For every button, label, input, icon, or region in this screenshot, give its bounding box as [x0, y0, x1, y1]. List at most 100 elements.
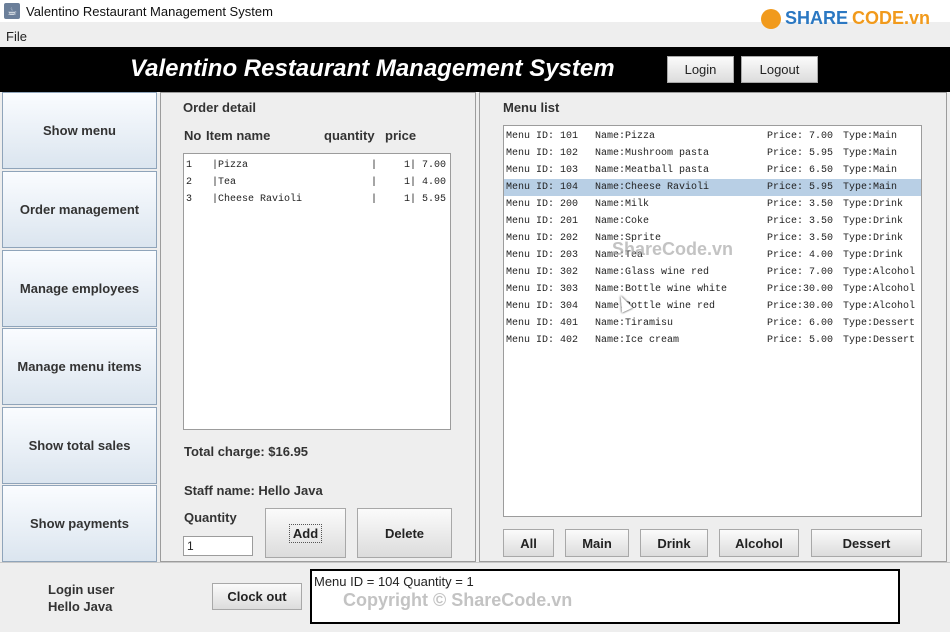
- sidebar-show-payments-button[interactable]: Show payments: [2, 485, 157, 562]
- order-row-sep: |: [371, 160, 378, 171]
- menu-list-row[interactable]: Menu ID: 203 Name:Tea Price: 4.00 Type:Drin…: [504, 247, 921, 264]
- menu-list-row[interactable]: Menu ID: 303 Name:Bottle wine white Price:…: [504, 281, 921, 298]
- filter-dessert-button[interactable]: Dessert: [811, 529, 922, 557]
- menu-row-id: Menu ID: 102: [506, 148, 579, 159]
- menu-list-row[interactable]: Menu ID: 102 Name:Mushroom pasta Price: 5.…: [504, 145, 921, 162]
- menu-file[interactable]: File: [6, 29, 27, 44]
- menu-row-id: Menu ID: 303: [506, 284, 579, 295]
- status-message: Menu ID = 104 Quantity = 1: [314, 574, 474, 589]
- menu-row-type: Type:Alcohol: [843, 267, 916, 278]
- menu-row-price: Price: 7.00: [767, 131, 834, 142]
- filter-drink-button[interactable]: Drink: [640, 529, 708, 557]
- order-row[interactable]: 3 |Cheese Ravioli | 1| 5.95: [184, 191, 450, 208]
- sidebar-show-menu-button[interactable]: Show menu: [2, 92, 157, 169]
- order-row-price: 5.95: [422, 194, 447, 205]
- menu-row-name: Name:Mushroom pasta: [595, 148, 710, 159]
- menu-row-price: Price: 5.00: [767, 335, 834, 346]
- order-col-no: No: [184, 128, 202, 143]
- window-title: Valentino Restaurant Management System: [26, 3, 273, 19]
- menu-row-type: Type:Dessert: [843, 318, 916, 329]
- order-col-item-name: Item name: [206, 128, 271, 143]
- menu-row-type: Type:Alcohol: [843, 301, 916, 312]
- total-charge: Total charge: $16.95: [184, 444, 309, 459]
- menu-list-row[interactable]: Menu ID: 200 Name:Milk Price: 3.50 Type:Dri…: [504, 196, 921, 213]
- menu-row-name: Name:Pizza: [595, 131, 656, 142]
- sidebar-manage-menu-items-button[interactable]: Manage menu items: [2, 328, 157, 405]
- menu-row-type: Type:Drink: [843, 233, 904, 244]
- menu-list-row[interactable]: Menu ID: 201 Name:Coke Price: 3.50 Type:Dri…: [504, 213, 921, 230]
- sidebar-order-management-button[interactable]: Order management: [2, 171, 157, 248]
- menu-row-id: Menu ID: 104: [506, 182, 579, 193]
- login-user-label: Login user: [48, 582, 115, 597]
- order-detail-title: Order detail: [183, 100, 256, 115]
- delete-button[interactable]: Delete: [357, 508, 452, 558]
- login-user-name: Hello Java: [48, 599, 113, 614]
- order-row-price: 7.00: [422, 160, 447, 171]
- clock-out-button[interactable]: Clock out: [212, 583, 302, 610]
- order-row-qty: 1|: [404, 160, 417, 171]
- menu-row-price: Price: 3.50: [767, 199, 834, 210]
- menu-row-type: Type:Drink: [843, 216, 904, 227]
- menu-list-row[interactable]: Menu ID: 202 Name:Sprite Price: 3.50 Type:D…: [504, 230, 921, 247]
- menu-row-name: Name:Milk: [595, 199, 650, 210]
- menu-row-name: Name:Bottle wine red: [595, 301, 716, 312]
- menu-row-price: Price: 5.95: [767, 148, 834, 159]
- menu-row-name: Name:Sprite: [595, 233, 662, 244]
- menu-list-row[interactable]: Menu ID: 302 Name:Glass wine red Price: 7.…: [504, 264, 921, 281]
- order-row-qty: 1|: [404, 177, 417, 188]
- menu-row-price: Price: 6.50: [767, 165, 834, 176]
- menu-list-row[interactable]: Menu ID: 101 Name:Pizza Price: 7.00 Type:Ma…: [504, 128, 921, 145]
- menu-list-title: Menu list: [503, 100, 560, 115]
- menu-list-row[interactable]: Menu ID: 304 Name:Bottle wine red Price:30…: [504, 298, 921, 315]
- menu-list-row[interactable]: Menu ID: 104 Name:Cheese Ravioli Price: 5.…: [504, 179, 921, 196]
- staff-name: Staff name: Hello Java: [184, 483, 323, 498]
- menu-row-id: Menu ID: 302: [506, 267, 579, 278]
- sidebar-show-total-sales-button[interactable]: Show total sales: [2, 407, 157, 484]
- order-list[interactable]: 1 |Pizza | 1| 7.00 2 |Tea | 1| 4.00 3 |C…: [183, 153, 451, 430]
- order-row-sep: |: [371, 177, 378, 188]
- logout-button[interactable]: Logout: [741, 56, 818, 83]
- menu-row-price: Price: 3.50: [767, 216, 834, 227]
- menu-row-name: Name:Cheese Ravioli: [595, 182, 710, 193]
- menu-row-name: Name:Meatball pasta: [595, 165, 710, 176]
- order-row-no: 1: [186, 160, 193, 171]
- status-message-box: Menu ID = 104 Quantity = 1: [310, 569, 900, 624]
- login-button[interactable]: Login: [667, 56, 734, 83]
- menu-row-name: Name:Glass wine red: [595, 267, 710, 278]
- add-button[interactable]: Add: [265, 508, 346, 558]
- menu-list-row[interactable]: Menu ID: 401 Name:Tiramisu Price: 6.00 Type…: [504, 315, 921, 332]
- order-row-no: 2: [186, 177, 193, 188]
- order-row-sep: |: [371, 194, 378, 205]
- filter-alcohol-button[interactable]: Alcohol: [719, 529, 799, 557]
- order-row[interactable]: 2 |Tea | 1| 4.00: [184, 174, 450, 191]
- order-row-no: 3: [186, 194, 193, 205]
- menu-row-price: Price: 7.00: [767, 267, 834, 278]
- menu-list[interactable]: Menu ID: 101 Name:Pizza Price: 7.00 Type:Ma…: [503, 125, 922, 517]
- menu-row-price: Price:30.00: [767, 301, 834, 312]
- menu-row-id: Menu ID: 402: [506, 335, 579, 346]
- menu-list-row[interactable]: Menu ID: 103 Name:Meatball pasta Price: 6.…: [504, 162, 921, 179]
- menu-row-id: Menu ID: 200: [506, 199, 579, 210]
- menu-row-type: Type:Dessert: [843, 335, 916, 346]
- menu-row-id: Menu ID: 304: [506, 301, 579, 312]
- menu-row-id: Menu ID: 101: [506, 131, 579, 142]
- menu-row-name: Name:Tiramisu: [595, 318, 674, 329]
- menu-row-id: Menu ID: 202: [506, 233, 579, 244]
- menu-row-type: Type:Main: [843, 148, 898, 159]
- sidebar-manage-employees-button[interactable]: Manage employees: [2, 250, 157, 327]
- menu-row-id: Menu ID: 203: [506, 250, 579, 261]
- menu-row-type: Type:Drink: [843, 250, 904, 261]
- order-row[interactable]: 1 |Pizza | 1| 7.00: [184, 157, 450, 174]
- menu-row-type: Type:Alcohol: [843, 284, 916, 295]
- filter-main-button[interactable]: Main: [565, 529, 629, 557]
- filter-all-button[interactable]: All: [503, 529, 554, 557]
- order-row-price: 4.00: [422, 177, 447, 188]
- sidebar: Show menu Order management Manage employ…: [0, 92, 158, 562]
- quantity-input[interactable]: 1: [183, 536, 253, 556]
- order-row-qty: 1|: [404, 194, 417, 205]
- add-button-label: Add: [288, 523, 323, 543]
- menu-row-type: Type:Drink: [843, 199, 904, 210]
- menubar: File: [0, 26, 950, 46]
- menu-list-row[interactable]: Menu ID: 402 Name:Ice cream Price: 5.00 Typ…: [504, 332, 921, 349]
- order-col-price: price: [385, 128, 417, 143]
